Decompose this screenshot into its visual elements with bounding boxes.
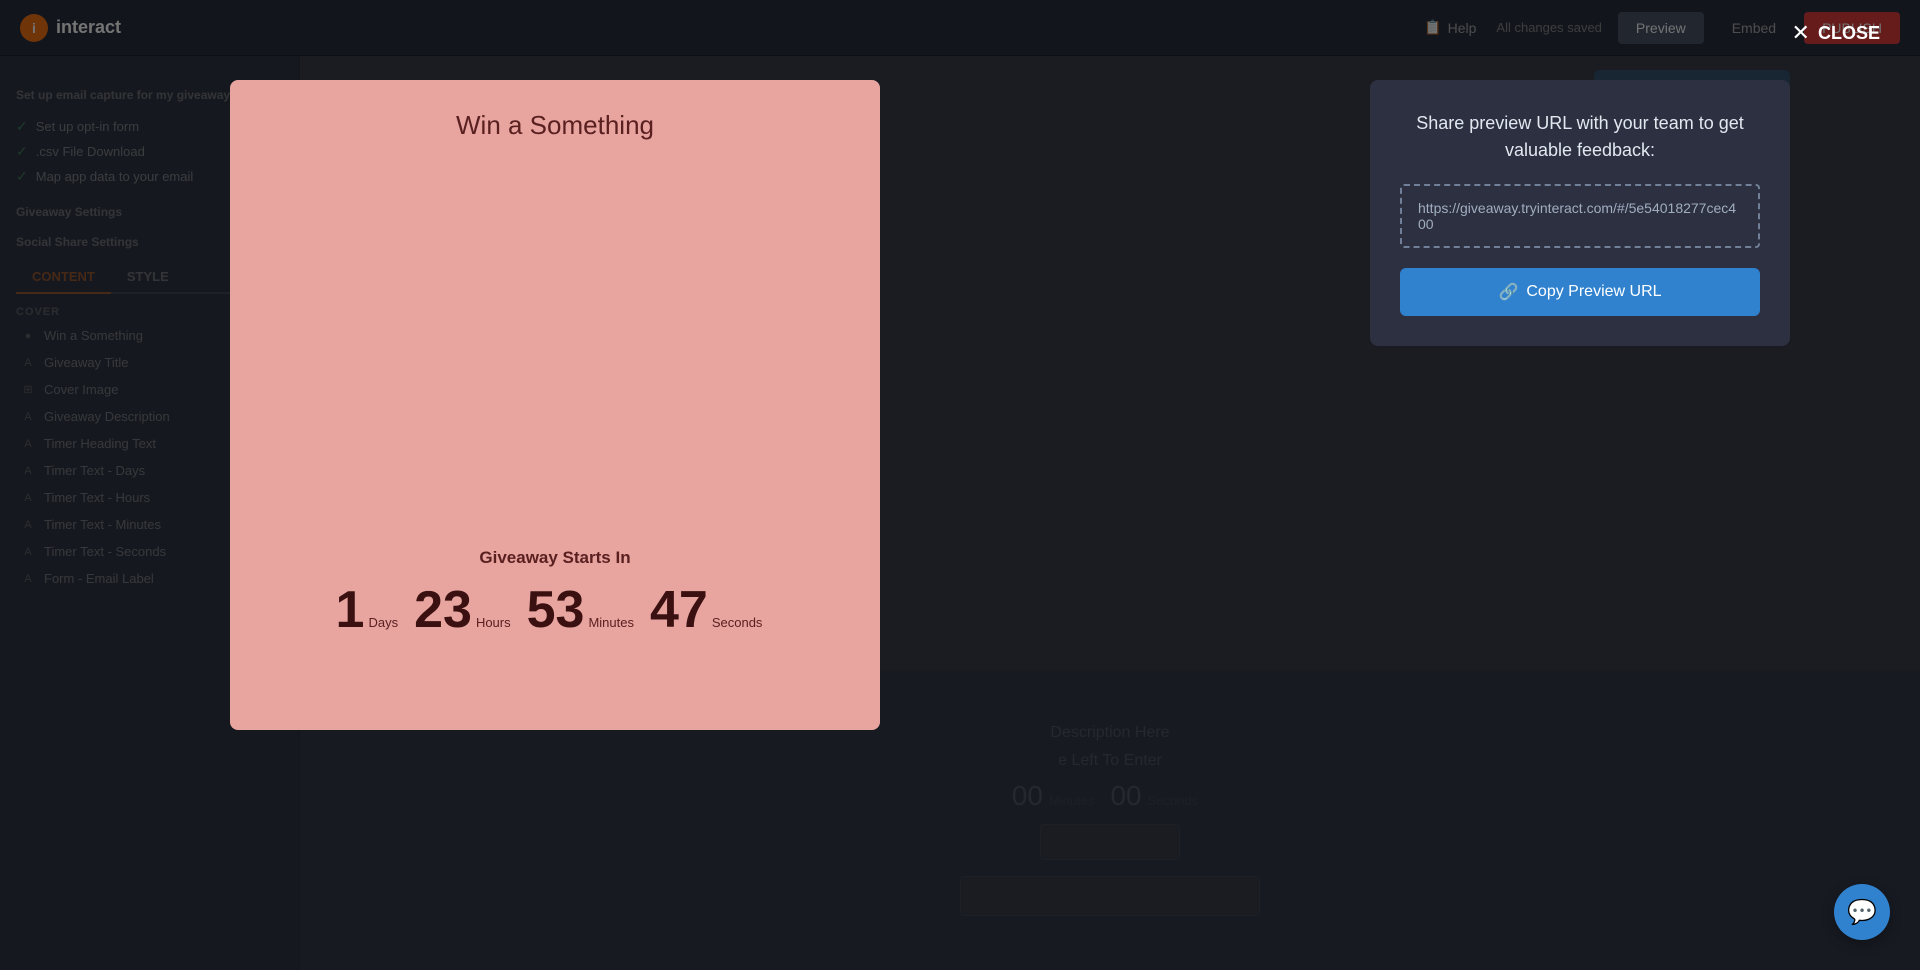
copy-preview-url-button[interactable]: 🔗 Copy Preview URL — [1400, 268, 1760, 316]
hours-number: 23 — [414, 580, 472, 640]
countdown-row: 1 Days 23 Hours 53 Minutes 47 Seconds — [336, 580, 775, 640]
minutes-unit: Minutes — [588, 615, 634, 630]
days-unit: Days — [368, 615, 398, 630]
seconds-number: 47 — [650, 580, 708, 640]
preview-url-display: https://giveaway.tryinteract.com/#/5e540… — [1400, 184, 1760, 248]
copy-button-label: Copy Preview URL — [1526, 283, 1661, 301]
preview-giveaway-title: Win a Something — [456, 110, 654, 141]
minutes-number: 53 — [527, 580, 585, 640]
close-button[interactable]: ✕ CLOSE — [1792, 20, 1880, 46]
preview-modal: Win a Something Giveaway Starts In 1 Day… — [230, 80, 880, 730]
chat-icon: 💬 — [1847, 898, 1877, 927]
hours-unit: Hours — [476, 615, 511, 630]
days-number: 1 — [336, 580, 365, 640]
share-panel: Share preview URL with your team to get … — [1370, 80, 1790, 346]
countdown-container: Giveaway Starts In 1 Days 23 Hours 53 Mi… — [336, 548, 775, 640]
copy-icon: 🔗 — [1498, 282, 1518, 302]
chat-widget[interactable]: 💬 — [1834, 884, 1890, 940]
share-panel-title: Share preview URL with your team to get … — [1400, 110, 1760, 164]
close-x-icon: ✕ — [1792, 20, 1810, 46]
countdown-label: Giveaway Starts In — [336, 548, 775, 568]
close-label: CLOSE — [1818, 23, 1880, 44]
seconds-unit: Seconds — [712, 615, 763, 630]
